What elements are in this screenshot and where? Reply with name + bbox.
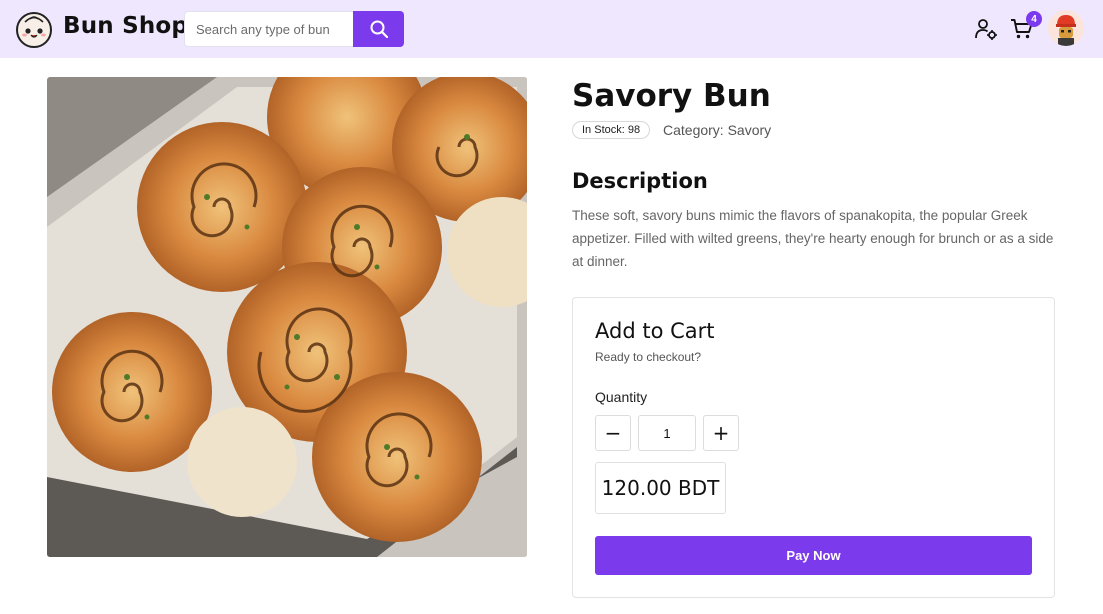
price-display: 120.00 BDT [595, 462, 726, 514]
card-title: Add to Cart [595, 319, 715, 343]
stock-badge: In Stock: 98 [572, 121, 651, 139]
search-button[interactable] [353, 11, 404, 47]
product-photo [47, 77, 527, 557]
avatar-icon [1048, 10, 1084, 46]
quantity-input[interactable] [638, 415, 696, 451]
card-subtitle: Ready to checkout? [595, 350, 702, 364]
description-heading: Description [572, 169, 708, 193]
description-text: These soft, savory buns mimic the flavor… [572, 208, 1054, 269]
product-category: Category: Savory [663, 122, 772, 138]
avatar[interactable] [1048, 10, 1084, 46]
cart-count-badge: 4 [1026, 11, 1042, 27]
cart-button[interactable]: 4 [1010, 11, 1042, 42]
search-icon [370, 20, 388, 39]
bun-face-logo-icon[interactable] [15, 10, 53, 48]
top-navbar: Bun Shop 4 [0, 0, 1103, 58]
increase-quantity-button[interactable]: + [703, 415, 739, 451]
search-input[interactable] [184, 11, 354, 47]
brand-name[interactable]: Bun Shop [63, 13, 188, 39]
pay-now-button[interactable]: Pay Now [595, 536, 1032, 575]
user-settings-icon[interactable] [974, 17, 998, 41]
quantity-label: Quantity [595, 389, 648, 405]
decrease-quantity-button[interactable]: − [595, 415, 631, 451]
product-title: Savory Bun [572, 78, 771, 114]
add-to-cart-card: Add to Cart Ready to checkout? Quantity … [572, 297, 1055, 598]
